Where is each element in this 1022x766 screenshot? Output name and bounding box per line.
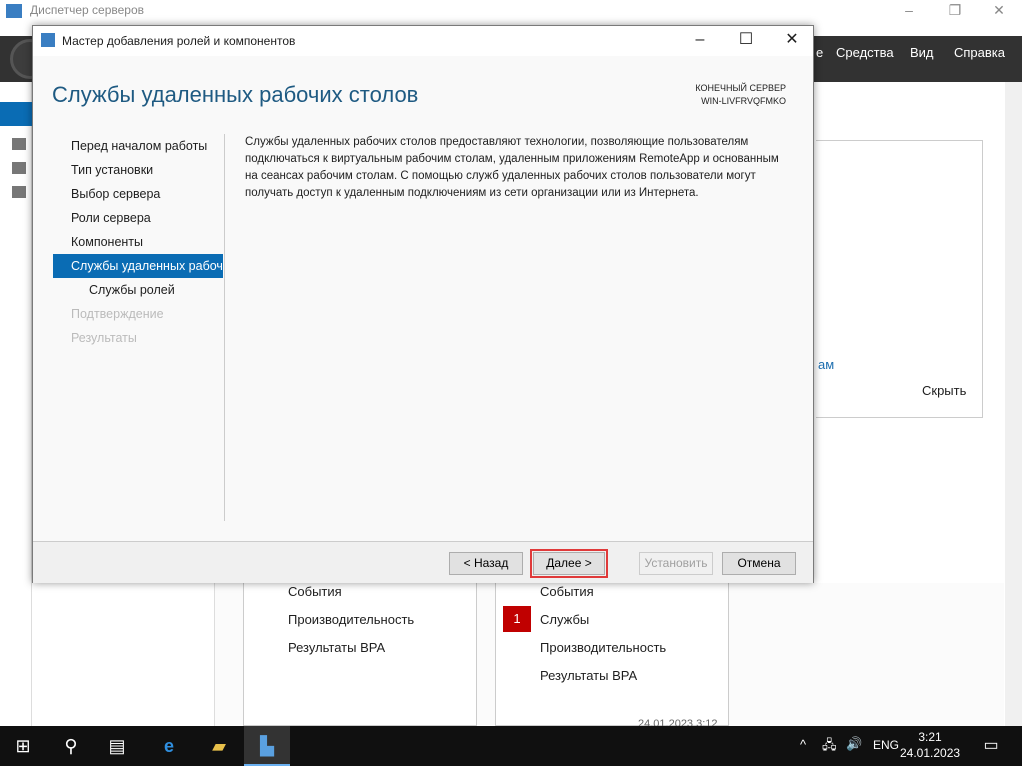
clock-time: 3:21 [918,730,942,744]
minimize-icon[interactable]: – [677,26,723,56]
menu-tools[interactable]: Средства [836,45,894,60]
destination-server: КОНЕЧНЫЙ СЕРВЕР WIN-LIVFRVQFMKO [695,82,786,108]
maximize-icon[interactable]: ☐ [723,26,769,56]
step-server-roles[interactable]: Роли сервера [53,206,223,230]
divider [224,134,225,521]
page-title: Службы удаленных рабочих столов [52,82,419,107]
file-services-icon[interactable] [12,186,26,198]
file-explorer-icon[interactable]: ▰ [196,726,242,766]
server-manager-icon [6,4,22,18]
install-button: Установить [639,552,713,575]
internet-explorer-icon[interactable]: e [146,726,192,766]
menu-view[interactable]: Вид [910,45,934,60]
start-icon[interactable]: ⊞ [0,726,46,766]
menu-manage[interactable]: е [816,45,823,60]
hide-link[interactable]: Скрыть [922,383,966,398]
server-tile: События Производительность Результаты BP… [243,580,477,726]
close-icon[interactable]: ✕ [769,26,815,56]
minimize-icon[interactable]: – [886,0,932,22]
language-indicator[interactable]: ENG [873,738,899,752]
step-features[interactable]: Компоненты [53,230,223,254]
tile-item[interactable]: Результаты BPA [288,640,385,655]
alert-badge: 1 [503,606,531,632]
wizard-icon [41,33,55,47]
add-roles-wizard: Мастер добавления ролей и компонентов – … [32,25,814,583]
dialog-footer: < Назад Далее > Установить Отмена [33,541,813,583]
step-before-you-begin[interactable]: Перед началом работы [53,134,223,158]
clock[interactable]: 3:21 24.01.2023 [900,729,960,761]
all-servers-icon[interactable] [12,162,26,174]
server-label: КОНЕЧНЫЙ СЕРВЕР [695,83,786,93]
tile-item[interactable]: События [288,584,342,599]
back-button[interactable]: < Назад [449,552,523,575]
dialog-title: Мастер добавления ролей и компонентов [62,34,296,48]
step-confirmation: Подтверждение [71,307,164,321]
next-button[interactable]: Далее > [530,549,608,578]
dashboard-nav-item[interactable] [0,102,32,126]
tile-item[interactable]: Производительность [288,612,414,627]
volume-icon[interactable]: 🔊 [846,736,862,752]
step-role-services[interactable]: Службы ролей [53,278,223,302]
step-server-selection[interactable]: Выбор сервера [53,182,223,206]
scrollbar[interactable] [1005,82,1022,726]
wizard-steps: Перед началом работы Тип установки Выбор… [53,134,223,350]
tile-item[interactable]: Службы [540,612,589,627]
server-name: WIN-LIVFRVQFMKO [701,96,786,106]
restore-icon[interactable]: ❐ [932,0,978,22]
local-server-icon[interactable] [12,138,26,150]
tile-item[interactable]: Производительность [540,640,666,655]
app-title: Диспетчер серверов [30,3,145,17]
dialog-titlebar: Мастер добавления ролей и компонентов – … [33,26,813,56]
server-tile: События Службы Производительность Резуль… [495,580,729,730]
server-manager-taskbar-icon[interactable]: ▙ [244,726,290,766]
welcome-panel: ам Скрыть [816,140,983,418]
tile-item[interactable]: События [540,584,594,599]
side-nav [0,82,32,726]
step-results: Результаты [71,331,137,345]
tray-chevron-icon[interactable]: ^ [800,737,806,752]
description: Службы удаленных рабочих столов предоста… [245,136,779,199]
step-installation-type[interactable]: Тип установки [53,158,223,182]
task-view-icon[interactable]: ▤ [94,726,140,766]
menu-help[interactable]: Справка [954,45,1005,60]
notifications-icon[interactable]: ▭ [968,726,1014,766]
step-remote-desktop-services[interactable]: Службы удаленных рабочих столов [53,254,223,278]
search-icon[interactable]: ⚲ [48,726,94,766]
panel-link-partial[interactable]: ам [818,357,834,372]
cancel-button[interactable]: Отмена [722,552,796,575]
close-icon[interactable]: ✕ [976,0,1022,22]
taskbar: ⊞ ⚲ ▤ e ▰ ▙ ^ 🖧 🔊 ENG 3:21 24.01.2023 ▭ [0,726,1022,766]
tile-item[interactable]: Результаты BPA [540,668,637,683]
clock-date: 24.01.2023 [900,746,961,760]
network-icon[interactable]: 🖧 [822,736,837,758]
